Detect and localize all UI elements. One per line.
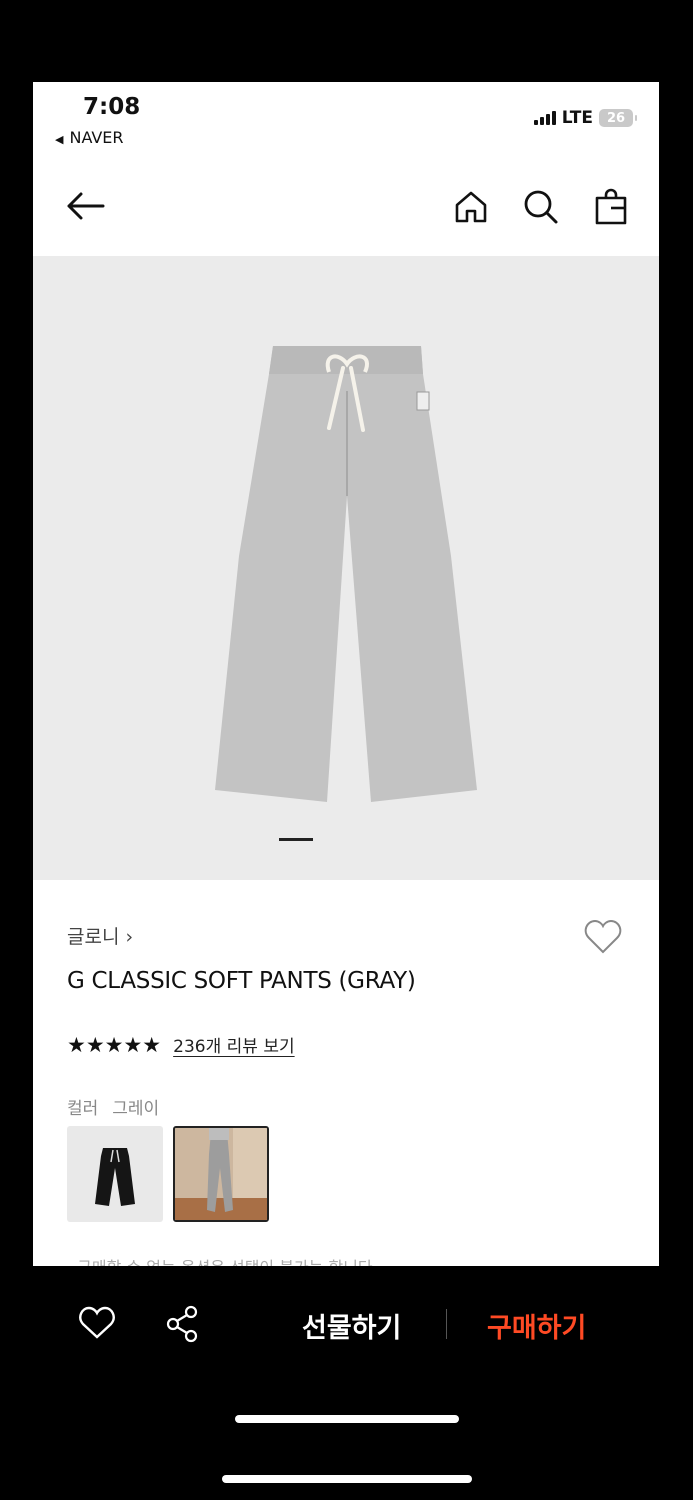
signal-icon	[533, 111, 556, 125]
battery-icon: 26	[599, 109, 637, 127]
back-triangle-icon: ◀	[55, 133, 64, 146]
product-title: G CLASSIC SOFT PANTS (GRAY)	[67, 968, 416, 994]
swatch-black[interactable]	[67, 1126, 163, 1222]
home-indicator[interactable]	[235, 1415, 459, 1423]
shopping-bag-icon	[595, 188, 627, 225]
arrow-left-icon	[67, 192, 105, 220]
share-icon	[166, 1305, 198, 1343]
color-option-label: 컬러 그레이	[67, 1094, 159, 1119]
swatch-gray[interactable]	[173, 1126, 269, 1222]
app-screen: 7:08 ◀ NAVER LTE 26 글로니 › G CLASSIC SOFT…	[33, 82, 659, 1266]
divider	[446, 1309, 447, 1339]
carousel-indicator	[279, 838, 313, 841]
search-button[interactable]	[517, 184, 565, 230]
search-icon	[524, 190, 558, 224]
status-time: 7:08	[83, 94, 141, 120]
rating-row: ★★★★★ 236개 리뷰 보기	[67, 1032, 295, 1058]
review-link[interactable]: 236개 리뷰 보기	[173, 1032, 294, 1057]
buy-button[interactable]: 구매하기	[487, 1306, 586, 1345]
color-label: 컬러	[67, 1099, 99, 1119]
back-to-app-link[interactable]: ◀ NAVER	[55, 128, 124, 147]
network-label: LTE	[561, 108, 593, 128]
bottom-wishlist-button[interactable]	[78, 1305, 116, 1341]
black-pants-thumbnail	[95, 1148, 135, 1206]
home-icon	[455, 191, 487, 223]
brand-link[interactable]: 글로니 ›	[67, 922, 133, 949]
battery-level: 26	[606, 110, 626, 126]
heart-icon	[584, 919, 622, 954]
back-app-label: NAVER	[69, 128, 124, 147]
back-button[interactable]	[63, 186, 107, 226]
bag-button[interactable]	[587, 184, 635, 230]
heart-icon	[79, 1306, 115, 1339]
chevron-right-icon: ›	[125, 926, 134, 948]
color-value: 그레이	[112, 1099, 160, 1119]
color-swatches	[67, 1126, 269, 1222]
gray-pants-image	[215, 346, 477, 802]
star-rating: ★★★★★	[67, 1032, 162, 1057]
gift-button[interactable]: 선물하기	[302, 1306, 401, 1345]
share-button[interactable]	[164, 1305, 202, 1343]
brand-name: 글로니	[67, 926, 120, 948]
product-image-carousel[interactable]	[33, 256, 659, 880]
home-button[interactable]	[447, 184, 495, 230]
home-indicator-outer[interactable]	[222, 1475, 472, 1483]
option-notice: · 구매할 수 없는 옵션은 선택이 불가능 합니다	[67, 1254, 373, 1266]
status-indicators: LTE 26	[533, 108, 637, 128]
gray-pants-thumbnail	[175, 1128, 267, 1220]
wishlist-button[interactable]	[583, 918, 623, 956]
